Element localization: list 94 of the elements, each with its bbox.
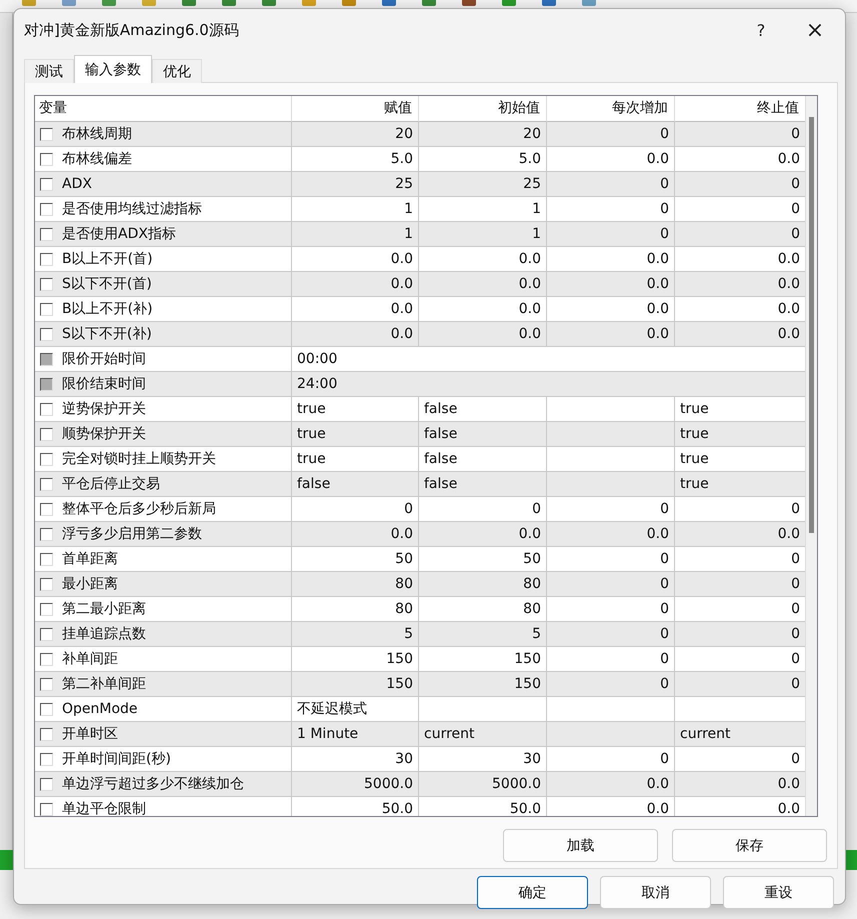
table-row[interactable]: 布林线偏差 5.0 5.0 0.0 0.0 — [35, 147, 806, 172]
table-row[interactable]: 逆势保护开关 true false true — [35, 397, 806, 422]
table-row[interactable]: 完全对锁时挂上顺势开关 true false true — [35, 447, 806, 472]
checkbox[interactable] — [40, 578, 53, 590]
checkbox[interactable] — [40, 452, 53, 466]
parameter-name: 浮亏多少启用第二参数 — [62, 525, 202, 544]
table-row[interactable]: 是否使用均线过滤指标 1 1 0 0 — [35, 197, 806, 222]
checkbox[interactable] — [40, 802, 53, 816]
checkbox[interactable] — [40, 552, 53, 566]
table-row[interactable]: 最小距离 80 80 0 0 — [35, 572, 806, 597]
dialog-button[interactable]: 加载 — [503, 829, 658, 862]
checkbox[interactable] — [40, 428, 53, 440]
tab[interactable]: 测试 — [24, 59, 74, 83]
table-row[interactable]: 是否使用ADX指标 1 1 0 0 — [35, 222, 806, 247]
table-row[interactable]: 开单时区 1 Minute current current — [35, 722, 806, 747]
checkbox[interactable] — [40, 752, 53, 766]
parameter-name: 限价开始时间 — [62, 350, 146, 369]
close-button[interactable]: × — [793, 12, 837, 48]
parameter-name: 整体平仓后多少秒后新局 — [62, 500, 216, 519]
table-row[interactable]: 单边浮亏超过多少不继续加仓 5000.0 5000.0 0.0 0.0 — [35, 772, 806, 797]
parameter-name: 是否使用ADX指标 — [62, 225, 176, 244]
table-row[interactable]: S以下不开(首) 0.0 0.0 0.0 0.0 — [35, 272, 806, 297]
window-title: 对冲]黄金新版Amazing6.0源码 — [24, 21, 240, 40]
table-row[interactable]: 布林线周期 20 20 0 0 — [35, 122, 806, 147]
checkbox[interactable] — [40, 178, 53, 190]
table-cell: 0.0 — [547, 797, 675, 816]
checkbox[interactable] — [40, 152, 53, 166]
parameter-name: 挂单追踪点数 — [62, 625, 146, 644]
checkbox[interactable] — [40, 778, 53, 790]
table-row[interactable]: 顺势保护开关 true false true — [35, 422, 806, 447]
parameter-name: 顺势保护开关 — [62, 425, 146, 444]
table-row[interactable]: 挂单追踪点数 5 5 0 0 — [35, 622, 806, 647]
table-cell: 50.0 — [419, 797, 547, 816]
parameter-name: 单边浮亏超过多少不继续加仓 — [62, 775, 244, 794]
parameter-name: 首单距离 — [62, 550, 118, 569]
table-row[interactable]: S以下不开(补) 0.0 0.0 0.0 0.0 — [35, 322, 806, 347]
parameter-name: S以下不开(补) — [62, 325, 152, 344]
parameter-name: 布林线周期 — [62, 125, 132, 144]
checkbox[interactable] — [40, 478, 53, 490]
parameter-name: 完全对锁时挂上顺势开关 — [62, 450, 216, 469]
parameter-name: 第二最小距离 — [62, 600, 146, 619]
parameter-name: 开单时间间距(秒) — [62, 750, 171, 769]
table-row[interactable]: ADX 25 25 0 0 — [35, 172, 806, 197]
table-row[interactable]: 浮亏多少启用第二参数 0.0 0.0 0.0 0.0 — [35, 522, 806, 547]
checkbox[interactable] — [40, 302, 53, 316]
checkbox[interactable] — [40, 252, 53, 266]
tab[interactable]: 优化 — [152, 59, 202, 83]
help-button[interactable]: ? — [739, 12, 783, 48]
parameter-name: 限价结束时间 — [62, 375, 146, 394]
parameter-name: 单边平仓限制 — [62, 800, 146, 816]
table-row[interactable]: 补单间距 150 150 0 0 — [35, 647, 806, 672]
parameter-name: B以上不开(补) — [62, 300, 153, 319]
checkbox[interactable] — [40, 628, 53, 640]
table-row[interactable]: 首单距离 50 50 0 0 — [35, 547, 806, 572]
table-row[interactable]: 第二补单间距 150 150 0 0 — [35, 672, 806, 697]
checkbox[interactable] — [40, 602, 53, 616]
parameter-name: 逆势保护开关 — [62, 400, 146, 419]
parameter-name: ADX — [62, 175, 92, 194]
parameter-name: 开单时区 — [62, 725, 118, 744]
checkbox[interactable] — [40, 128, 53, 140]
dialog-button[interactable]: 重设 — [723, 876, 834, 909]
parameter-name: 布林线偏差 — [62, 150, 132, 169]
table-row[interactable]: B以上不开(首) 0.0 0.0 0.0 0.0 — [35, 247, 806, 272]
parameter-name: 是否使用均线过滤指标 — [62, 200, 202, 219]
parameter-name: OpenMode — [62, 700, 138, 719]
checkbox[interactable] — [40, 202, 53, 216]
checkbox[interactable] — [40, 402, 53, 416]
parameter-name: 平仓后停止交易 — [62, 475, 160, 494]
checkbox[interactable] — [40, 502, 53, 516]
table-row[interactable]: 平仓后停止交易 false false true — [35, 472, 806, 497]
parameter-name: 第二补单间距 — [62, 675, 146, 694]
parameter-name: B以上不开(首) — [62, 250, 153, 269]
checkbox[interactable] — [40, 678, 53, 690]
dialog-button[interactable]: 保存 — [672, 829, 827, 862]
checkbox[interactable] — [40, 278, 53, 290]
parameter-name: 补单间距 — [62, 650, 118, 669]
scrollbar[interactable] — [805, 96, 817, 816]
table-row[interactable]: 第二最小距离 80 80 0 0 — [35, 597, 806, 622]
dialog-button[interactable]: 取消 — [600, 876, 711, 909]
table-row[interactable]: B以上不开(补) 0.0 0.0 0.0 0.0 — [35, 297, 806, 322]
dialog-button[interactable]: 确定 — [477, 876, 588, 909]
parameter-name: S以下不开(首) — [62, 275, 152, 294]
checkbox[interactable] — [40, 328, 53, 340]
tab[interactable]: 输入参数 — [74, 55, 152, 83]
checkbox[interactable] — [40, 702, 53, 716]
checkbox[interactable] — [40, 728, 53, 740]
checkbox[interactable] — [40, 228, 53, 240]
table-cell: 50.0 — [292, 797, 419, 816]
table-row[interactable]: 开单时间间距(秒) 30 30 0 0 — [35, 747, 806, 772]
table-row[interactable]: 整体平仓后多少秒后新局 0 0 0 0 — [35, 497, 806, 522]
parameter-name: 最小距离 — [62, 575, 118, 594]
table-row[interactable]: OpenMode 不延迟模式 — [35, 697, 806, 722]
checkbox[interactable] — [40, 528, 53, 540]
checkbox[interactable] — [40, 652, 53, 666]
